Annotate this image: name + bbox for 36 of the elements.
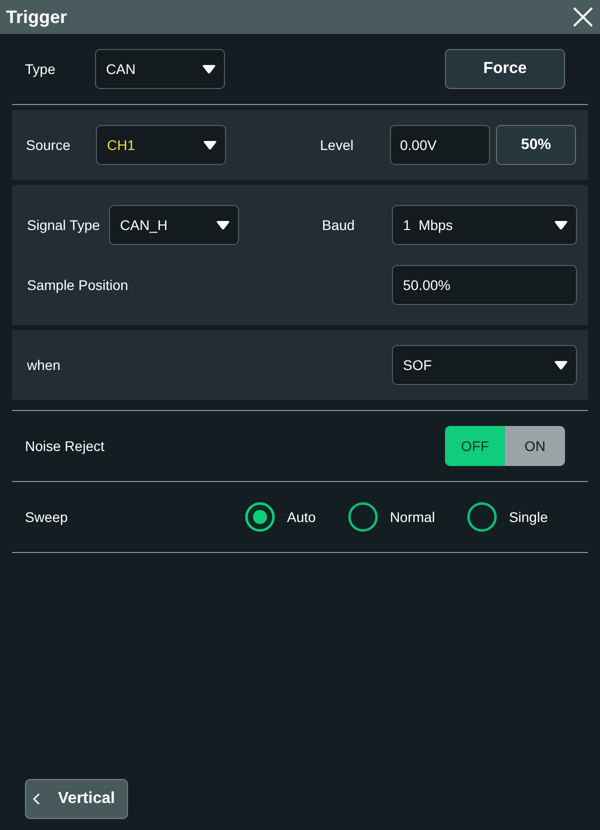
- vertical-button[interactable]: Vertical: [25, 779, 128, 819]
- field-label: Noise Reject: [25, 436, 104, 456]
- toggle-option[interactable]: OFF: [445, 426, 505, 466]
- toggle-option[interactable]: ON: [505, 426, 565, 466]
- fifty-percent-button[interactable]: 50%: [496, 125, 576, 165]
- window-title: Trigger: [6, 6, 68, 29]
- field-label: when: [27, 356, 60, 374]
- type-dropdown[interactable]: CAN: [95, 49, 225, 89]
- sample-position-field[interactable]: 50.00%: [392, 265, 577, 305]
- when-dropdown[interactable]: SOF: [392, 345, 577, 385]
- radio-button[interactable]: [245, 502, 275, 532]
- close-icon[interactable]: [572, 6, 594, 28]
- baud-dropdown[interactable]: 1 Mbps: [392, 205, 577, 245]
- dropdown-arrow-icon: [202, 64, 216, 74]
- field-label: Baud: [322, 216, 356, 234]
- dropdown-arrow-icon: [216, 220, 230, 230]
- field-label: Sample Position: [27, 276, 128, 295]
- radio-button[interactable]: [466, 502, 497, 532]
- radio-label: Single: [508, 508, 548, 527]
- source-dropdown[interactable]: CH1: [96, 125, 226, 165]
- dropdown-arrow-icon: [554, 220, 568, 230]
- field-label: Source: [26, 136, 72, 154]
- field-label: Signal Type: [27, 216, 101, 235]
- chevron-left-icon: [32, 793, 40, 805]
- level-field[interactable]: 0.00V: [390, 125, 490, 165]
- radio-label: Normal: [390, 508, 435, 526]
- dropdown-arrow-icon: [554, 360, 568, 370]
- dropdown-arrow-icon: [203, 140, 217, 150]
- radio-button[interactable]: [348, 502, 378, 532]
- field-label: Type: [25, 60, 56, 79]
- radio-label: Auto: [287, 508, 316, 526]
- noise-reject-toggle[interactable]: OFF ON: [445, 426, 565, 466]
- field-label: Sweep: [25, 508, 69, 527]
- signal-type-dropdown[interactable]: CAN_H: [109, 205, 239, 245]
- force-button[interactable]: Force: [445, 49, 565, 89]
- field-label: Level: [320, 136, 354, 154]
